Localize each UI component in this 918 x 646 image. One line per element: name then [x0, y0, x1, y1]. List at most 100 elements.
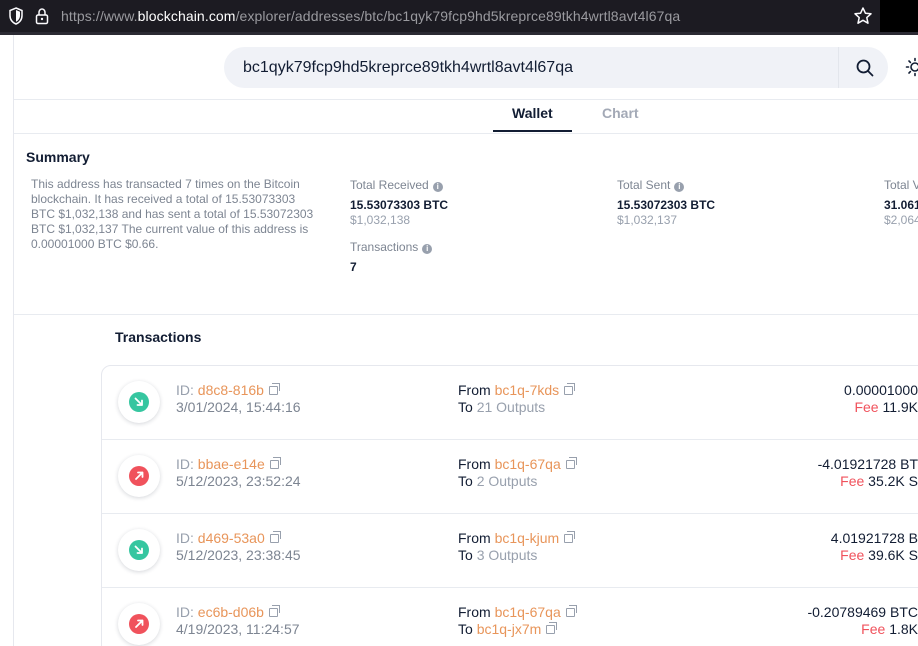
search-icon[interactable] [855, 58, 875, 78]
shield-icon[interactable] [8, 7, 24, 25]
to-label: To [458, 547, 473, 563]
tx-id-label: ID: [176, 382, 194, 398]
tx-id: ID: ec6b-d06b [176, 604, 280, 620]
summary-title: Summary [26, 149, 90, 165]
tx-fee: Fee 1.8K [861, 621, 918, 637]
tx-to: To 2 Outputs [458, 473, 537, 489]
copy-icon[interactable] [269, 531, 281, 543]
incoming-arrow-icon [129, 392, 149, 412]
tx-hash-link[interactable]: d469-53a0 [198, 530, 265, 546]
table-row[interactable]: ID: ec6b-d06b 4/19/2023, 11:24:57 From b… [102, 588, 918, 646]
tab-chart[interactable]: Chart [602, 105, 639, 121]
browser-address-bar[interactable]: https://www.blockchain.com/explorer/addr… [0, 0, 918, 32]
table-row[interactable]: ID: d8c8-816b 3/01/2024, 15:44:16 From b… [102, 366, 918, 440]
tx-to: To 21 Outputs [458, 399, 545, 415]
fee-value: 1.8K [889, 621, 918, 637]
from-address-link[interactable]: bc1q-kjum [495, 530, 560, 546]
total-received-label: Total Received i [350, 178, 443, 192]
url-text[interactable]: https://www.blockchain.com/explorer/addr… [61, 8, 680, 24]
total-sent-label-text: Total Sent [617, 178, 671, 192]
to-label: To [458, 473, 473, 489]
outgoing-direction-badge [118, 455, 160, 497]
fee-label: Fee [854, 399, 879, 415]
from-label: From [458, 382, 491, 398]
outgoing-direction-badge [118, 603, 160, 645]
from-address-link[interactable]: bc1q-7kds [495, 382, 560, 398]
tx-to: To 3 Outputs [458, 547, 537, 563]
copy-icon[interactable] [268, 605, 280, 617]
to-address-link[interactable]: bc1q-jx7m [477, 621, 542, 637]
fee-label: Fee [840, 473, 865, 489]
tx-from: From bc1q-kjum [458, 530, 576, 546]
tx-amount: 0.00001000 [844, 382, 918, 398]
total-volume-label: Total V [884, 178, 918, 192]
fee-value: 39.6K S [868, 547, 918, 563]
tx-date: 3/01/2024, 15:44:16 [176, 399, 301, 415]
incoming-direction-badge [118, 529, 160, 571]
tx-date: 5/12/2023, 23:38:45 [176, 547, 301, 563]
total-received-btc: 15.53073303 BTC [350, 198, 449, 212]
from-label: From [458, 604, 491, 620]
tx-hash-link[interactable]: bbae-e14e [198, 456, 265, 472]
active-tab-indicator [493, 130, 572, 132]
tx-id: ID: d469-53a0 [176, 530, 281, 546]
transactions-title: Transactions [115, 329, 202, 345]
transactions-count-label-text: Transactions [350, 240, 419, 254]
copy-icon[interactable] [269, 457, 281, 469]
total-volume-btc: 31.061 [884, 198, 918, 212]
tx-id-label: ID: [176, 530, 194, 546]
outgoing-arrow-icon [129, 466, 149, 486]
copy-icon[interactable] [565, 605, 577, 617]
tx-fee: Fee 35.2K S [840, 473, 918, 489]
tx-hash-link[interactable]: d8c8-816b [198, 382, 264, 398]
table-row[interactable]: ID: d469-53a0 5/12/2023, 23:38:45 From b… [102, 514, 918, 588]
to-outputs[interactable]: 21 Outputs [477, 399, 546, 415]
total-sent-label: Total Sent i [617, 178, 685, 192]
to-outputs[interactable]: 3 Outputs [477, 547, 538, 563]
lock-icon[interactable] [34, 7, 50, 25]
tx-id-label: ID: [176, 456, 194, 472]
table-row[interactable]: ID: bbae-e14e 5/12/2023, 23:52:24 From b… [102, 440, 918, 514]
tab-bar [14, 100, 918, 134]
fee-value: 11.9K [882, 399, 918, 415]
from-address-link[interactable]: bc1q-67qa [495, 604, 561, 620]
to-outputs[interactable]: 2 Outputs [477, 473, 538, 489]
copy-icon[interactable] [564, 531, 576, 543]
info-icon[interactable]: i [432, 182, 443, 192]
section-divider [14, 314, 918, 315]
search-input[interactable]: bc1qyk79fcp9hd5kreprce89tkh4wrtl8avt4l67… [243, 59, 573, 77]
tx-fee: Fee 11.9K [854, 399, 918, 415]
fee-value: 35.2K S [868, 473, 918, 489]
tx-amount: 4.01921728 B [830, 530, 918, 546]
tx-to: To bc1q-jx7m [458, 621, 558, 637]
bookmark-star-icon[interactable] [853, 6, 873, 26]
fee-label: Fee [840, 547, 865, 563]
outgoing-arrow-icon [129, 614, 149, 634]
from-label: From [458, 456, 491, 472]
total-received-label-text: Total Received [350, 178, 429, 192]
copy-icon[interactable] [546, 622, 558, 634]
theme-toggle-icon[interactable] [905, 57, 918, 77]
transactions-count-label: Transactions i [350, 240, 433, 254]
tx-from: From bc1q-67qa [458, 456, 577, 472]
transactions-count: 7 [350, 260, 357, 274]
tx-amount: -0.20789469 BTC [807, 604, 918, 620]
tx-fee: Fee 39.6K S [840, 547, 918, 563]
tx-amount: -4.01921728 BT [817, 456, 918, 472]
copy-icon[interactable] [565, 457, 577, 469]
info-icon[interactable]: i [674, 182, 685, 192]
from-label: From [458, 530, 491, 546]
tx-hash-link[interactable]: ec6b-d06b [198, 604, 264, 620]
total-sent-btc: 15.53072303 BTC [617, 198, 716, 212]
summary-description: This address has transacted 7 times on t… [31, 177, 314, 251]
tx-date: 5/12/2023, 23:52:24 [176, 473, 301, 489]
from-address-link[interactable]: bc1q-67qa [495, 456, 561, 472]
url-path: /explorer/addresses/btc/bc1qyk79fcp9hd5k… [235, 8, 681, 24]
toolbar-edge [880, 0, 918, 32]
copy-icon[interactable] [564, 383, 576, 395]
tab-wallet[interactable]: Wallet [512, 105, 553, 121]
copy-icon[interactable] [268, 383, 280, 395]
incoming-arrow-icon [129, 540, 149, 560]
tx-id: ID: bbae-e14e [176, 456, 281, 472]
info-icon[interactable]: i [422, 244, 433, 254]
